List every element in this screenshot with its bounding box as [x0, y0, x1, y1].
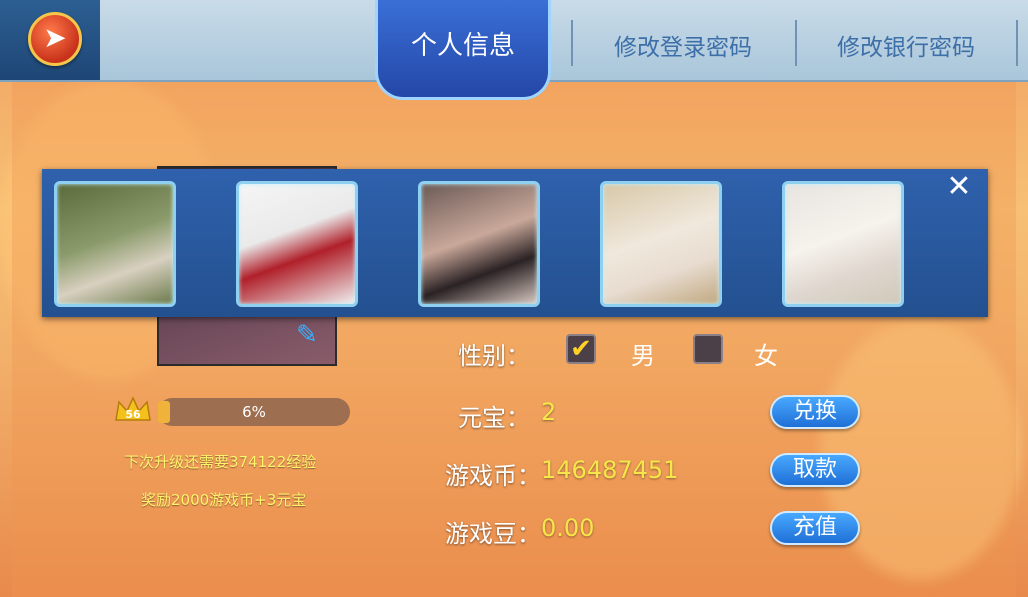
withdraw-button[interactable]: 取款: [770, 453, 860, 487]
avatar-picker-popup: [42, 169, 988, 317]
tab-change-bank-password[interactable]: 修改银行密码: [837, 28, 975, 62]
gender-male-label: 男: [631, 342, 655, 370]
coins-label: 游戏币：: [445, 462, 541, 490]
tab-change-login-password[interactable]: 修改登录密码: [614, 28, 752, 62]
beans-value: 0.00: [541, 514, 595, 542]
next-level-text: 下次升级还需要374122经验: [124, 453, 317, 471]
avatar-option-5[interactable]: [782, 181, 904, 307]
gender-male-checkbox[interactable]: ✔: [566, 334, 596, 364]
back-arrow-icon[interactable]: ➤: [28, 12, 82, 66]
yuanbao-value: 2: [541, 398, 557, 426]
beans-label: 游戏豆：: [445, 520, 541, 548]
tab-divider: [795, 20, 797, 66]
tab-divider: [571, 20, 573, 66]
tab-divider: [1016, 20, 1018, 66]
tab-personal-info-label: 个人信息: [410, 31, 515, 61]
avatar-option-3[interactable]: [418, 181, 540, 307]
level-number: 56: [125, 408, 141, 421]
coins-value: 146487451: [541, 456, 679, 484]
yuanbao-label: 元宝：: [458, 404, 530, 432]
gender-female-label: 女: [754, 342, 778, 370]
edit-pen-icon[interactable]: ✎: [296, 320, 326, 350]
tab-personal-info[interactable]: 个人信息: [375, 0, 551, 100]
reward-text: 奖励2000游戏币+3元宝: [141, 491, 307, 509]
back-container: ➤: [0, 0, 100, 80]
tab-change-bank-password-label: 修改银行密码: [837, 35, 975, 61]
xp-progress-bar: 6%: [158, 398, 350, 426]
gender-female-checkbox[interactable]: [693, 334, 723, 364]
gender-label: 性别：: [458, 342, 530, 370]
tab-change-login-password-label: 修改登录密码: [614, 35, 752, 61]
close-icon[interactable]: ✕: [945, 172, 973, 202]
recharge-button[interactable]: 充值: [770, 511, 860, 545]
xp-progress-text: 6%: [242, 403, 266, 421]
avatar-option-2[interactable]: [236, 181, 358, 307]
exchange-button[interactable]: 兑换: [770, 395, 860, 429]
avatar-option-1[interactable]: [54, 181, 176, 307]
avatar-option-4[interactable]: [600, 181, 722, 307]
